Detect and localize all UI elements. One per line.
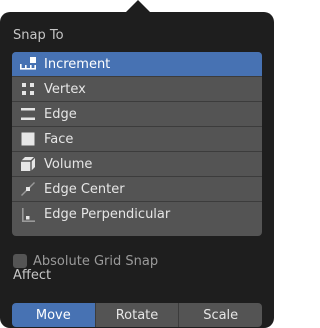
volume-icon bbox=[12, 152, 44, 177]
snap-item-label: Increment bbox=[44, 56, 111, 72]
affect-move-button[interactable]: Move bbox=[12, 303, 96, 327]
increment-icon bbox=[12, 52, 44, 77]
edge-icon bbox=[12, 102, 44, 127]
absolute-grid-snap-checkbox[interactable] bbox=[13, 254, 27, 268]
snap-popover: Snap To Increment Vertex Edge Face Volum… bbox=[0, 12, 274, 328]
face-icon bbox=[12, 127, 44, 152]
snap-item-edge-perpendicular[interactable]: Edge Perpendicular bbox=[12, 202, 262, 227]
snap-item-label: Edge bbox=[44, 106, 77, 122]
snap-item-label: Edge Perpendicular bbox=[44, 207, 171, 222]
snap-item-edge-center[interactable]: Edge Center bbox=[12, 177, 262, 202]
affect-button-group: Move Rotate Scale bbox=[12, 303, 262, 327]
snap-item-label: Edge Center bbox=[44, 181, 125, 197]
edge-perpendicular-icon bbox=[12, 202, 44, 227]
snap-to-list: Increment Vertex Edge Face Volume Edge C… bbox=[12, 52, 262, 236]
affect-rotate-button[interactable]: Rotate bbox=[95, 303, 180, 327]
snap-item-increment[interactable]: Increment bbox=[12, 52, 262, 77]
snap-to-heading: Snap To bbox=[13, 28, 64, 43]
snap-item-edge[interactable]: Edge bbox=[12, 102, 262, 127]
snap-item-volume[interactable]: Volume bbox=[12, 152, 262, 177]
affect-scale-button[interactable]: Scale bbox=[179, 303, 262, 327]
snap-item-face[interactable]: Face bbox=[12, 127, 262, 152]
affect-heading: Affect bbox=[13, 268, 52, 283]
snap-item-label: Vertex bbox=[44, 81, 86, 97]
absolute-grid-snap-label: Absolute Grid Snap bbox=[33, 253, 159, 269]
snap-item-vertex[interactable]: Vertex bbox=[12, 77, 262, 102]
vertex-icon bbox=[12, 77, 44, 102]
edge-center-icon bbox=[12, 177, 44, 202]
snap-item-label: Volume bbox=[44, 156, 93, 172]
snap-item-label: Face bbox=[44, 131, 74, 147]
